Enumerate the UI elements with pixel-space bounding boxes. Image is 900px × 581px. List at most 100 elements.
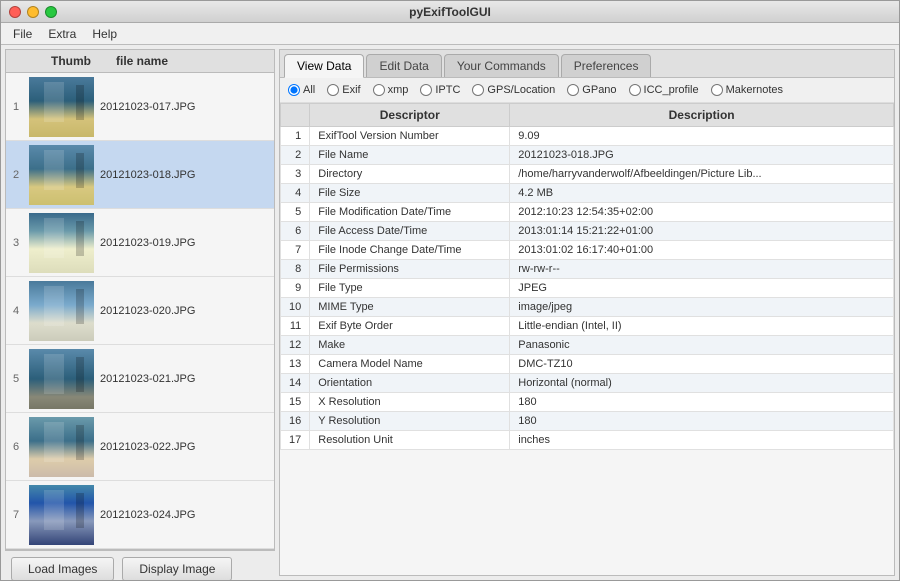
row-num: 8 bbox=[281, 260, 310, 279]
thumbnail bbox=[26, 210, 96, 275]
title-bar: pyExifToolGUI bbox=[1, 1, 899, 23]
data-table: Descriptor Description 1 ExifTool Versio… bbox=[280, 103, 894, 450]
row-descriptor: Camera Model Name bbox=[310, 355, 510, 374]
row-num: 12 bbox=[281, 336, 310, 355]
row-num: 10 bbox=[281, 298, 310, 317]
minimize-button[interactable] bbox=[27, 6, 39, 18]
table-row: 6 File Access Date/Time 2013:01:14 15:21… bbox=[281, 222, 894, 241]
thumbnail bbox=[26, 414, 96, 479]
row-description: DMC-TZ10 bbox=[510, 355, 894, 374]
row-num: 17 bbox=[281, 431, 310, 450]
list-item[interactable]: 4 20121023-020.JPG bbox=[6, 277, 274, 345]
table-row: 12 Make Panasonic bbox=[281, 336, 894, 355]
row-num: 5 bbox=[281, 203, 310, 222]
radio-makernotes[interactable]: Makernotes bbox=[711, 84, 783, 96]
radio-xmp[interactable]: xmp bbox=[373, 84, 409, 96]
table-row: 13 Camera Model Name DMC-TZ10 bbox=[281, 355, 894, 374]
row-description: image/jpeg bbox=[510, 298, 894, 317]
tab-bar: View Data Edit Data Your Commands Prefer… bbox=[280, 50, 894, 78]
row-num: 3 bbox=[281, 165, 310, 184]
row-description: Panasonic bbox=[510, 336, 894, 355]
menu-help[interactable]: Help bbox=[84, 25, 125, 43]
row-descriptor: File Name bbox=[310, 146, 510, 165]
row-description: 4.2 MB bbox=[510, 184, 894, 203]
table-row: 5 File Modification Date/Time 2012:10:23… bbox=[281, 203, 894, 222]
row-num: 7 bbox=[281, 241, 310, 260]
row-num: 11 bbox=[281, 317, 310, 336]
row-description: 2012:10:23 12:54:35+02:00 bbox=[510, 203, 894, 222]
row-descriptor: File Modification Date/Time bbox=[310, 203, 510, 222]
col-descriptor-header: Descriptor bbox=[310, 104, 510, 127]
row-description: 9.09 bbox=[510, 127, 894, 146]
filename-label: 20121023-017.JPG bbox=[96, 101, 274, 113]
tab-edit-data[interactable]: Edit Data bbox=[366, 54, 441, 77]
filename-label: 20121023-024.JPG bbox=[96, 509, 274, 521]
row-num: 6 bbox=[281, 222, 310, 241]
list-item[interactable]: 3 20121023-019.JPG bbox=[6, 209, 274, 277]
row-descriptor: X Resolution bbox=[310, 393, 510, 412]
row-description: 180 bbox=[510, 412, 894, 431]
file-list-panel: Thumb file name 1 20121023-017.JPG 2 bbox=[5, 49, 275, 550]
tab-your-commands[interactable]: Your Commands bbox=[444, 54, 559, 77]
tab-preferences[interactable]: Preferences bbox=[561, 54, 652, 77]
row-description: rw-rw-r-- bbox=[510, 260, 894, 279]
maximize-button[interactable] bbox=[45, 6, 57, 18]
row-num: 2 bbox=[281, 146, 310, 165]
row-num: 4 bbox=[281, 184, 310, 203]
table-row: 16 Y Resolution 180 bbox=[281, 412, 894, 431]
table-row: 7 File Inode Change Date/Time 2013:01:02… bbox=[281, 241, 894, 260]
row-num: 15 bbox=[281, 393, 310, 412]
row-descriptor: Resolution Unit bbox=[310, 431, 510, 450]
radio-iptc[interactable]: IPTC bbox=[420, 84, 460, 96]
row-num: 9 bbox=[281, 279, 310, 298]
row-num: 1 bbox=[281, 127, 310, 146]
right-panel: View Data Edit Data Your Commands Prefer… bbox=[279, 49, 895, 576]
row-description: JPEG bbox=[510, 279, 894, 298]
main-window: pyExifToolGUI File Extra Help Thumb file… bbox=[0, 0, 900, 581]
row-descriptor: File Permissions bbox=[310, 260, 510, 279]
row-descriptor: ExifTool Version Number bbox=[310, 127, 510, 146]
list-item[interactable]: 5 20121023-021.JPG bbox=[6, 345, 274, 413]
thumbnail bbox=[26, 482, 96, 547]
thumbnail bbox=[26, 142, 96, 207]
row-descriptor: Make bbox=[310, 336, 510, 355]
row-descriptor: Orientation bbox=[310, 374, 510, 393]
row-description: Little-endian (Intel, II) bbox=[510, 317, 894, 336]
close-button[interactable] bbox=[9, 6, 21, 18]
menu-extra[interactable]: Extra bbox=[40, 25, 84, 43]
row-descriptor: MIME Type bbox=[310, 298, 510, 317]
row-descriptor: File Type bbox=[310, 279, 510, 298]
radio-gps[interactable]: GPS/Location bbox=[472, 84, 555, 96]
bottom-buttons: Load Images Display Image bbox=[5, 550, 275, 580]
col-description-header: Description bbox=[510, 104, 894, 127]
radio-exif[interactable]: Exif bbox=[327, 84, 360, 96]
main-content: Thumb file name 1 20121023-017.JPG 2 bbox=[1, 45, 899, 580]
row-description: 2013:01:02 16:17:40+01:00 bbox=[510, 241, 894, 260]
table-row: 1 ExifTool Version Number 9.09 bbox=[281, 127, 894, 146]
row-descriptor: File Size bbox=[310, 184, 510, 203]
load-images-button[interactable]: Load Images bbox=[11, 557, 114, 580]
table-row: 15 X Resolution 180 bbox=[281, 393, 894, 412]
table-row: 11 Exif Byte Order Little-endian (Intel,… bbox=[281, 317, 894, 336]
table-row: 2 File Name 20121023-018.JPG bbox=[281, 146, 894, 165]
radio-gpano[interactable]: GPano bbox=[567, 84, 616, 96]
row-description: Horizontal (normal) bbox=[510, 374, 894, 393]
row-description: 20121023-018.JPG bbox=[510, 146, 894, 165]
data-table-container[interactable]: Descriptor Description 1 ExifTool Versio… bbox=[280, 103, 894, 575]
table-row: 10 MIME Type image/jpeg bbox=[281, 298, 894, 317]
display-image-button[interactable]: Display Image bbox=[122, 557, 232, 580]
radio-icc[interactable]: ICC_profile bbox=[629, 84, 699, 96]
row-descriptor: Directory bbox=[310, 165, 510, 184]
window-title: pyExifToolGUI bbox=[409, 5, 491, 19]
list-item[interactable]: 6 20121023-022.JPG bbox=[6, 413, 274, 481]
list-item[interactable]: 7 20121023-024.JPG bbox=[6, 481, 274, 549]
menu-file[interactable]: File bbox=[5, 25, 40, 43]
list-item[interactable]: 1 20121023-017.JPG bbox=[6, 73, 274, 141]
list-item[interactable]: 2 20121023-018.JPG bbox=[6, 141, 274, 209]
file-list[interactable]: 1 20121023-017.JPG 2 20121023-018.JPG bbox=[6, 73, 274, 549]
radio-all[interactable]: All bbox=[288, 84, 315, 96]
row-description: 180 bbox=[510, 393, 894, 412]
table-row: 3 Directory /home/harryvanderwolf/Afbeel… bbox=[281, 165, 894, 184]
header-thumb: Thumb bbox=[26, 54, 116, 68]
tab-view-data[interactable]: View Data bbox=[284, 54, 364, 78]
